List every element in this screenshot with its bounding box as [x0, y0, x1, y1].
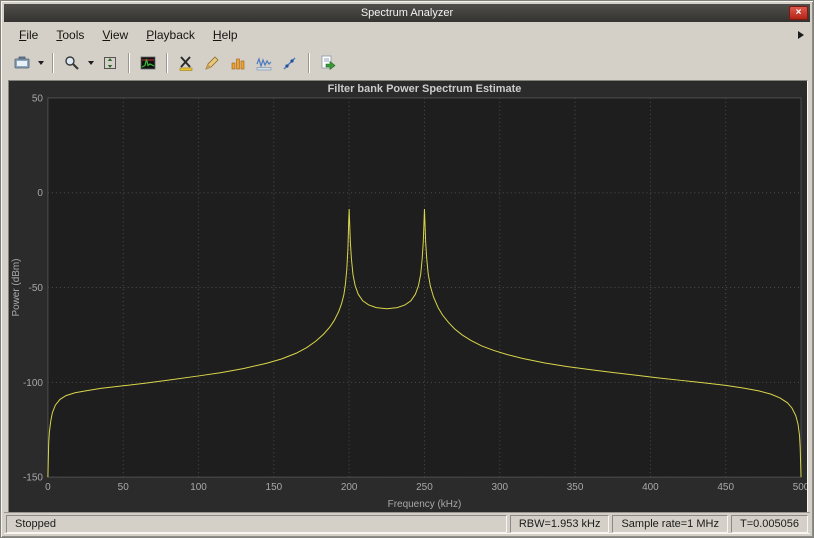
x-tick-label: 100 [190, 482, 207, 493]
x-tick-label: 200 [341, 482, 358, 493]
y-tick-label: -150 [23, 473, 43, 484]
peak-finder-button[interactable] [200, 52, 224, 75]
menu-item-file[interactable]: File [10, 24, 47, 46]
x-axis-label: Frequency (kHz) [388, 499, 462, 510]
spectrum-analyzer-window: Spectrum Analyzer × File Tools View Playbac… [0, 0, 814, 538]
status-state: Stopped [6, 515, 507, 533]
window-title: Spectrum Analyzer [360, 7, 454, 19]
x-tick-label: 300 [491, 482, 508, 493]
y-tick-label: -50 [29, 283, 44, 294]
zoom-dropdown[interactable] [85, 52, 97, 75]
close-icon: × [795, 7, 802, 18]
spectrum-settings-button[interactable] [136, 52, 160, 75]
menu-item-playback[interactable]: Playback [137, 24, 204, 46]
toolbar-separator [166, 53, 168, 73]
plot-area [47, 97, 802, 478]
fit-to-view-button[interactable] [98, 52, 122, 75]
menu-item-tools[interactable]: Tools [47, 24, 93, 46]
toolbar-separator [308, 53, 310, 73]
snapshot-dropdown[interactable] [35, 52, 47, 75]
ccdf-measurements-button[interactable] [278, 52, 302, 75]
x-tick-label: 450 [717, 482, 734, 493]
menu-item-help[interactable]: Help [204, 24, 247, 46]
y-tick-label: 0 [37, 188, 43, 199]
distortion-measurements-icon [256, 55, 272, 71]
x-tick-label: 0 [45, 482, 51, 493]
y-tick-label: -100 [23, 378, 43, 389]
channel-measurements-button[interactable] [226, 52, 250, 75]
x-tick-label: 150 [266, 482, 283, 493]
toolbar-separator [128, 53, 130, 73]
playback-settings-icon [320, 55, 336, 71]
x-tick-label: 400 [642, 482, 659, 493]
cursor-measurements-icon [178, 55, 194, 71]
menu-bar: File Tools View Playback Help [4, 22, 810, 48]
ccdf-measurements-icon [282, 55, 298, 71]
channel-measurements-icon [230, 55, 246, 71]
chevron-down-icon [38, 61, 44, 65]
y-tick-label: 50 [32, 93, 44, 104]
menu-item-view[interactable]: View [93, 24, 137, 46]
x-tick-label: 250 [416, 482, 433, 493]
close-button[interactable]: × [789, 6, 808, 20]
chevron-down-icon [88, 61, 94, 65]
status-bar: Stopped RBW=1.953 kHz Sample rate=1 MHz … [4, 512, 810, 534]
snapshot-icon [14, 55, 30, 71]
zoom-button[interactable] [60, 52, 84, 75]
title-bar[interactable]: Spectrum Analyzer × [4, 4, 810, 22]
status-time: T=0.005056 [730, 515, 808, 533]
toolbar [4, 48, 810, 78]
spectrum-settings-icon [140, 55, 156, 71]
x-tick-label: 50 [118, 482, 130, 493]
toolbar-separator [52, 53, 54, 73]
playback-settings-button[interactable] [316, 52, 340, 75]
cursor-measurements-button[interactable] [174, 52, 198, 75]
y-axis-label: Power (dBm) [11, 259, 22, 317]
distortion-measurements-button[interactable] [252, 52, 276, 75]
plot-title: Filter bank Power Spectrum Estimate [328, 83, 522, 95]
spectrum-plot[interactable]: 050100150200250300350400450500500-50-100… [9, 81, 807, 512]
zoom-icon [64, 55, 80, 71]
menu-overflow-icon[interactable] [798, 31, 804, 39]
fit-to-view-icon [102, 55, 118, 71]
snapshot-button[interactable] [10, 52, 34, 75]
x-tick-label: 500 [793, 482, 807, 493]
peak-finder-icon [204, 55, 220, 71]
plot-panel: 050100150200250300350400450500500-50-100… [8, 80, 808, 513]
status-sample-rate: Sample rate=1 MHz [612, 515, 728, 533]
status-rbw: RBW=1.953 kHz [509, 515, 610, 533]
x-tick-label: 350 [567, 482, 584, 493]
